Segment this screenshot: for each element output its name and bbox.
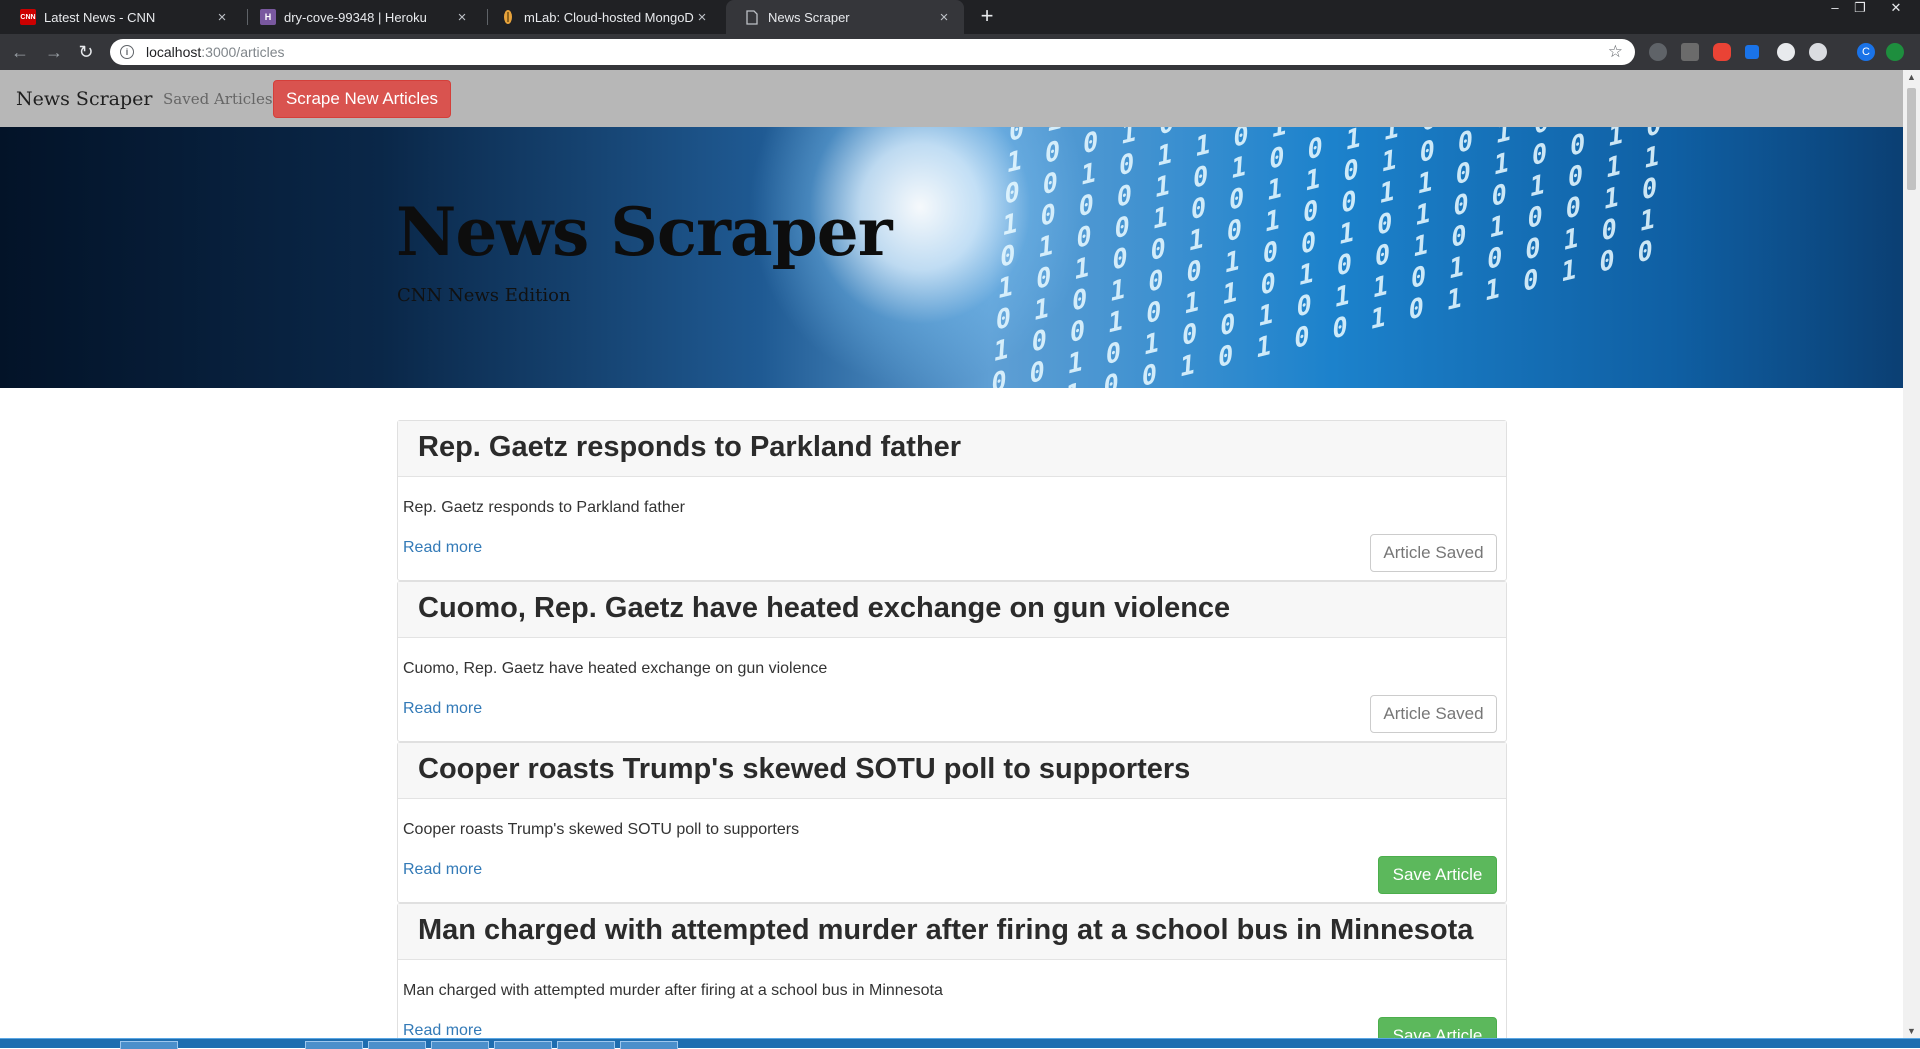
scroll-down-arrow-icon[interactable]: ▼ [1903, 1024, 1920, 1038]
article-headline: Cuomo, Rep. Gaetz have heated exchange o… [398, 582, 1506, 638]
article-saved-button[interactable]: Article Saved [1370, 695, 1497, 733]
article-summary: Cuomo, Rep. Gaetz have heated exchange o… [403, 660, 828, 677]
article-headline: Cooper roasts Trump's skewed SOTU poll t… [398, 743, 1506, 799]
back-arrow-icon[interactable]: ← [6, 34, 34, 70]
hero-banner: 0 1 0 0 1 0 1 1 0 0 1 0 1 1 0 0 1 0 1 0 … [0, 127, 1903, 388]
scrollbar-thumb[interactable] [1907, 88, 1916, 190]
article-card: Man charged with attempted murder after … [397, 903, 1507, 1038]
binary-background-image: 0 1 0 0 1 0 1 1 0 0 1 0 1 1 0 0 1 0 1 0 … [990, 127, 1666, 388]
article-card: Cooper roasts Trump's skewed SOTU poll t… [397, 742, 1507, 903]
tab-title: News Scraper [768, 9, 850, 25]
extension-chat-icon[interactable] [1809, 43, 1827, 61]
update-arrow-icon[interactable] [1886, 43, 1904, 61]
extension-square-icon[interactable] [1745, 45, 1759, 59]
browser-tab-cnn[interactable]: CNN Latest News - CNN × [2, 0, 242, 34]
article-headline: Man charged with attempted murder after … [398, 904, 1506, 960]
scrape-new-articles-button[interactable]: Scrape New Articles [273, 80, 451, 118]
url-path: :3000/articles [201, 44, 285, 60]
browser-tab-news-scraper[interactable]: News Scraper × [726, 0, 964, 34]
tab-title: dry-cove-99348 | Heroku [284, 9, 427, 25]
read-more-link[interactable]: Read more [403, 1022, 482, 1038]
address-bar[interactable]: i localhost:3000/articles ☆ [110, 39, 1635, 65]
close-tab-icon[interactable]: × [936, 9, 952, 26]
read-more-link[interactable]: Read more [403, 861, 482, 879]
saved-articles-link[interactable]: Saved Articles [163, 90, 273, 108]
hero-subtitle: CNN News Edition [397, 285, 571, 306]
forward-arrow-icon[interactable]: → [40, 34, 68, 70]
site-info-icon[interactable]: i [120, 45, 134, 59]
minimize-window-icon[interactable]: – [1824, 0, 1846, 16]
article-headline: Rep. Gaetz responds to Parkland father [398, 421, 1506, 477]
browser-tab-mlab[interactable]: mLab: Cloud-hosted MongoDB × [482, 0, 722, 34]
extension-record-icon[interactable] [1713, 43, 1731, 61]
article-saved-button[interactable]: Article Saved [1370, 534, 1497, 572]
browser-tab-heroku[interactable]: H dry-cove-99348 | Heroku × [242, 0, 482, 34]
close-tab-icon[interactable]: × [694, 9, 710, 26]
mlab-favicon-icon [500, 9, 516, 25]
heroku-favicon-icon: H [260, 9, 276, 25]
read-more-link[interactable]: Read more [403, 539, 482, 557]
extension-g-icon[interactable] [1681, 43, 1699, 61]
article-summary: Rep. Gaetz responds to Parkland father [403, 499, 685, 516]
tab-title: Latest News - CNN [44, 9, 156, 25]
close-tab-icon[interactable]: × [454, 9, 470, 26]
article-summary: Man charged with attempted murder after … [403, 982, 943, 999]
browser-tab-strip: CNN Latest News - CNN × H dry-cove-99348… [0, 0, 1920, 34]
new-tab-button[interactable]: + [975, 0, 999, 34]
page-viewport: News Scraper Saved Articles Scrape New A… [0, 70, 1903, 1038]
url-host: localhost [146, 44, 202, 60]
save-article-button[interactable]: Save Article [1378, 856, 1497, 894]
extension-skype-icon[interactable] [1649, 43, 1667, 61]
page-scrollbar[interactable]: ▲ ▼ [1903, 70, 1920, 1038]
site-navbar: News Scraper Saved Articles Scrape New A… [0, 70, 1903, 127]
page-favicon-icon [744, 9, 760, 25]
profile-avatar[interactable]: C [1857, 43, 1875, 61]
tab-title: mLab: Cloud-hosted MongoDB [524, 9, 694, 25]
reload-icon[interactable]: ↻ [72, 34, 100, 70]
scroll-up-arrow-icon[interactable]: ▲ [1903, 70, 1920, 84]
hero-title: News Scraper [396, 193, 893, 271]
restore-window-icon[interactable]: ❐ [1849, 0, 1871, 16]
article-card: Cuomo, Rep. Gaetz have heated exchange o… [397, 581, 1507, 742]
cnn-favicon-icon: CNN [20, 9, 36, 25]
save-article-button[interactable]: Save Article [1378, 1017, 1497, 1038]
browser-toolbar: ← → ↻ i localhost:3000/articles ☆ C [0, 34, 1920, 70]
article-list: Rep. Gaetz responds to Parkland father R… [397, 420, 1507, 1038]
bookmark-star-icon[interactable]: ☆ [1608, 42, 1623, 62]
article-summary: Cooper roasts Trump's skewed SOTU poll t… [403, 821, 800, 838]
close-window-icon[interactable]: ✕ [1885, 0, 1907, 16]
close-tab-icon[interactable]: × [214, 9, 230, 26]
navbar-brand[interactable]: News Scraper [16, 88, 152, 110]
article-card: Rep. Gaetz responds to Parkland father R… [397, 420, 1507, 581]
os-taskbar [0, 1038, 1920, 1049]
read-more-link[interactable]: Read more [403, 700, 482, 718]
extension-circle-icon[interactable] [1777, 43, 1795, 61]
